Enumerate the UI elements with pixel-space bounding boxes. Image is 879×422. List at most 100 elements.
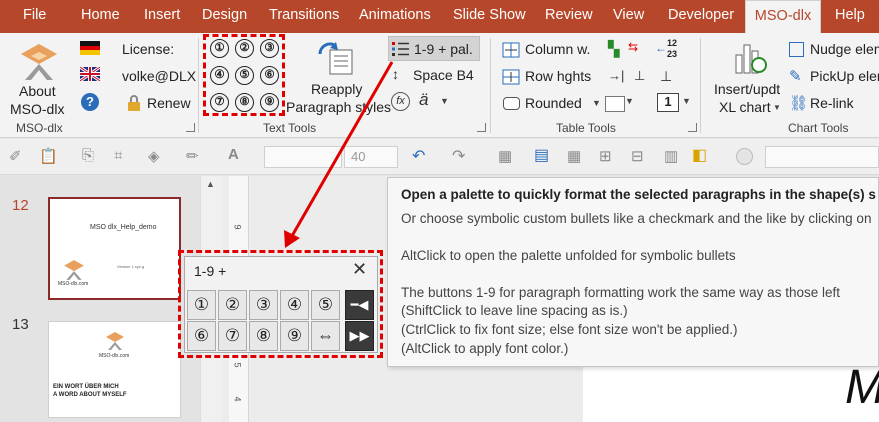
group-launcher-icon[interactable] xyxy=(477,123,486,132)
license-user: volke@DLX xyxy=(122,68,197,84)
reapply-styles-icon xyxy=(318,42,353,75)
palette-1-9-button[interactable]: 1-9 + pal. xyxy=(388,36,480,61)
color-circle-icon[interactable] xyxy=(736,148,753,165)
pickup-elements-button[interactable]: ✎ PickUp elem xyxy=(789,67,879,87)
slide-big-text: M xyxy=(845,360,879,415)
special-character-dropdown-icon[interactable]: ▼ xyxy=(440,96,449,106)
highlight-box-palette xyxy=(178,250,383,358)
align-right-arrow-icon[interactable]: →| xyxy=(608,68,624,83)
special-character-button[interactable]: ä xyxy=(419,90,428,110)
slide-13-logo-icon xyxy=(106,332,124,350)
shape-styles-icon[interactable]: ◧ xyxy=(692,145,707,165)
tooltip-line-2: AltClick to open the palette unfolded fo… xyxy=(401,248,736,263)
crop-icon[interactable]: ⌗ xyxy=(114,147,122,164)
license-label: License: xyxy=(122,41,175,57)
mso-dlx-logo-icon xyxy=(21,44,57,80)
about-label: About xyxy=(19,83,56,99)
current-slide[interactable]: M xyxy=(583,361,879,422)
toolbar-search-field[interactable] xyxy=(765,146,879,168)
fill-color-icon[interactable]: ◈ xyxy=(148,147,160,165)
slide-number-13: 13 xyxy=(12,316,29,333)
tab-review[interactable]: Review xyxy=(545,0,593,33)
slide-thumbnail-12[interactable]: MSO dlx_Help_demo Version 1.xyz.g MSO-dl… xyxy=(48,197,181,300)
align-bottom-line-icon[interactable]: ⊥ xyxy=(660,68,672,85)
font-name-field[interactable] xyxy=(264,146,342,168)
tab-animations[interactable]: Animations xyxy=(359,0,431,33)
tooltip-line-1: Or choose symbolic custom bullets like a… xyxy=(401,211,872,226)
copy-format-icon[interactable]: ⎘ xyxy=(82,147,94,164)
relink-button[interactable]: ⛓ Re-link xyxy=(789,94,879,114)
numbered-list-icon xyxy=(392,42,409,56)
paste-icon[interactable]: 📋 xyxy=(39,147,58,165)
font-color-icon[interactable]: A xyxy=(228,146,239,163)
row-number-dropdown-icon[interactable]: ▼ xyxy=(682,96,691,106)
slide-thumbnail-13[interactable]: MSO-dlx.com EIN WORT ÜBER MICH A WORD AB… xyxy=(48,321,181,418)
slide-12-title: MSO dlx_Help_demo xyxy=(90,224,157,231)
row-heights-label: Row hghts xyxy=(525,68,592,84)
scroll-up-icon[interactable]: ▲ xyxy=(206,179,215,189)
reapply-paragraph-styles-button[interactable]: Reapply Paragraph styles xyxy=(286,40,391,118)
group-separator xyxy=(198,38,199,133)
slide-13-heading-1: EIN WORT ÜBER MICH xyxy=(53,384,119,390)
paste-table-icon[interactable]: ▚ xyxy=(608,40,620,58)
flag-uk-icon[interactable] xyxy=(80,67,100,81)
nudge-elements-button[interactable]: Nudge elem xyxy=(789,40,879,60)
renew-label: Renew xyxy=(147,95,191,111)
tooltip-line-5: (CtrlClick to fix font size; else font s… xyxy=(401,322,738,337)
font-size-field[interactable]: 40 xyxy=(344,146,398,168)
table-cells-icon[interactable] xyxy=(605,96,625,112)
format-painter-icon[interactable]: ✐ xyxy=(9,147,22,165)
renumber-button[interactable]: ← 12 23 xyxy=(655,37,683,63)
table-border-icon[interactable]: ▦ xyxy=(498,147,512,165)
tab-help[interactable]: Help xyxy=(835,0,865,33)
help-question-icon[interactable]: ? xyxy=(81,93,99,111)
slide-12-logo-icon xyxy=(64,260,84,280)
column-width-button[interactable]: Column w. xyxy=(502,40,602,60)
flag-germany-icon[interactable] xyxy=(80,41,100,55)
ruler-label: 9 xyxy=(232,224,243,230)
ribbon-tab-bar: File Home Insert Design Transitions Anim… xyxy=(0,0,879,33)
relink-icon: ⛓ xyxy=(789,95,809,112)
table-grid-icon[interactable]: ▦ xyxy=(567,147,581,165)
outline-color-icon[interactable]: ✏ xyxy=(186,147,199,165)
row-heights-button[interactable]: Row hghts xyxy=(502,67,602,87)
tab-home[interactable]: Home xyxy=(81,0,120,33)
tooltip-line-3: The buttons 1-9 for paragraph formatting… xyxy=(401,285,840,300)
formula-fx-button[interactable]: fx xyxy=(391,92,410,111)
split-cells-icon[interactable]: ⊟ xyxy=(631,147,644,165)
tab-slide-show[interactable]: Slide Show xyxy=(453,0,526,33)
about-label-2: MSO-dlx xyxy=(10,101,65,117)
group-launcher-icon[interactable] xyxy=(186,123,195,132)
group-launcher-icon[interactable] xyxy=(688,123,697,132)
xl-chart-label: XL chart xyxy=(719,99,771,115)
renumber-bottom-value: 23 xyxy=(667,49,678,59)
tab-file[interactable]: File xyxy=(23,0,46,33)
tab-mso-dlx[interactable]: MSO-dlx xyxy=(745,0,821,33)
about-button[interactable]: About MSO-dlx xyxy=(8,40,70,120)
rounded-dropdown[interactable]: Rounded ▼ xyxy=(502,94,602,114)
palette-tooltip: Open a palette to quickly format the sel… xyxy=(387,177,879,367)
tab-transitions[interactable]: Transitions xyxy=(269,0,339,33)
eyedropper-icon: ✎ xyxy=(789,68,802,85)
align-bottom-icon[interactable]: ⊥ xyxy=(634,68,645,84)
table-cells-dropdown-icon[interactable]: ▼ xyxy=(625,96,634,106)
tab-insert[interactable]: Insert xyxy=(144,0,180,33)
redo-icon[interactable]: ↷ xyxy=(452,146,465,166)
lock-icon xyxy=(128,95,140,111)
insert-update-xl-chart-button[interactable]: Insert/updt XL chart ▼ xyxy=(711,40,787,118)
tab-design[interactable]: Design xyxy=(202,0,247,33)
space-b4-button[interactable]: ↕ Space B4 xyxy=(392,66,482,86)
undo-icon[interactable]: ↶ xyxy=(412,146,425,166)
row-number-box[interactable]: 1 xyxy=(657,93,679,112)
tab-view[interactable]: View xyxy=(613,0,644,33)
nudge-icon xyxy=(789,42,804,57)
merge-cells-icon[interactable]: ⊞ xyxy=(599,147,612,165)
distribute-icon[interactable]: ▥ xyxy=(664,147,678,165)
rounded-label: Rounded xyxy=(525,95,582,111)
swap-arrows-icon[interactable]: ⇆ xyxy=(628,40,638,54)
ruler-label: 4 xyxy=(232,396,243,402)
row-heights-icon xyxy=(502,69,520,85)
insert-row-icon[interactable]: ▤ xyxy=(534,145,549,165)
tab-developer[interactable]: Developer xyxy=(668,0,734,33)
relink-label: Re-link xyxy=(810,95,854,111)
